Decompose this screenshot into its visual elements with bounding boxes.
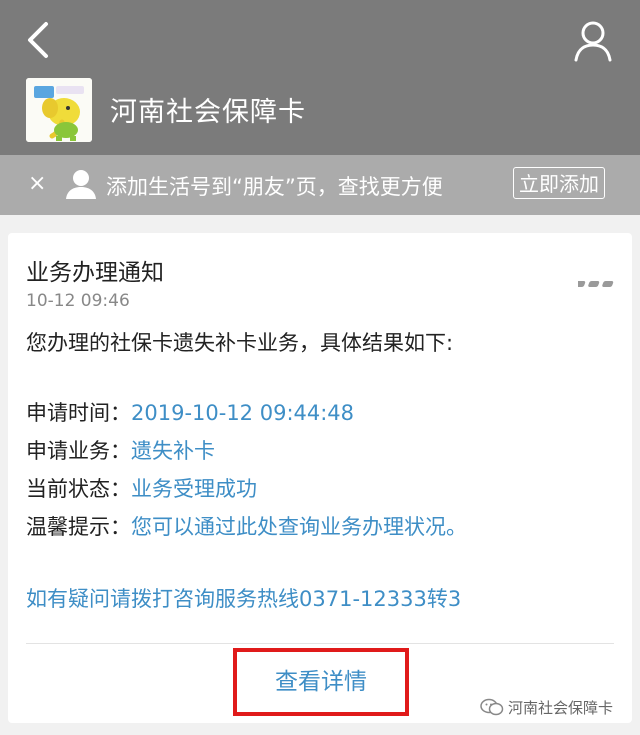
field-label: 当前状态：	[26, 477, 131, 501]
field-business: 申请业务：遗失补卡	[26, 435, 215, 465]
message-title: 业务办理通知	[26, 260, 164, 286]
elephant-mascot-icon	[26, 78, 92, 142]
field-value: 业务受理成功	[131, 477, 257, 501]
add-now-button[interactable]: 立即添加	[513, 167, 605, 199]
field-tip: 温馨提示：您可以通过此处查询业务办理状况。	[26, 511, 467, 541]
banner-user-icon	[64, 168, 98, 200]
app-header	[0, 0, 640, 155]
back-button[interactable]	[18, 18, 58, 62]
field-value: 2019-10-12 09:44:48	[131, 401, 355, 425]
view-details-button[interactable]: 查看详情	[233, 648, 409, 716]
chevron-left-icon	[28, 22, 48, 58]
user-icon	[574, 21, 612, 62]
field-label: 申请业务：	[26, 439, 131, 463]
message-intro: 您办理的社保卡遗失补卡业务，具体结果如下:	[26, 331, 454, 355]
message-time: 10-12 09:46	[26, 291, 130, 311]
banner-close-button[interactable]: ×	[28, 170, 46, 198]
more-dots-icon	[574, 281, 614, 287]
more-options-button[interactable]	[574, 274, 616, 288]
field-status: 当前状态：业务受理成功	[26, 473, 257, 503]
field-value: 您可以通过此处查询业务办理状况。	[131, 515, 467, 539]
field-label: 温馨提示：	[26, 515, 131, 539]
account-name: 河南社会保障卡	[110, 97, 306, 128]
field-apply-time: 申请时间：2019-10-12 09:44:48	[26, 397, 354, 427]
field-value: 遗失补卡	[131, 439, 215, 463]
wechat-icon	[480, 698, 504, 716]
account-logo[interactable]	[26, 78, 92, 142]
divider	[26, 643, 614, 644]
field-label: 申请时间：	[26, 401, 131, 425]
watermark-text: 河南社会保障卡	[508, 699, 614, 717]
banner-text: 添加生活号到“朋友”页，查找更方便	[106, 175, 443, 199]
profile-button[interactable]	[570, 18, 616, 64]
hotline-text[interactable]: 如有疑问请拨打咨询服务热线0371-12333转3	[26, 583, 461, 613]
